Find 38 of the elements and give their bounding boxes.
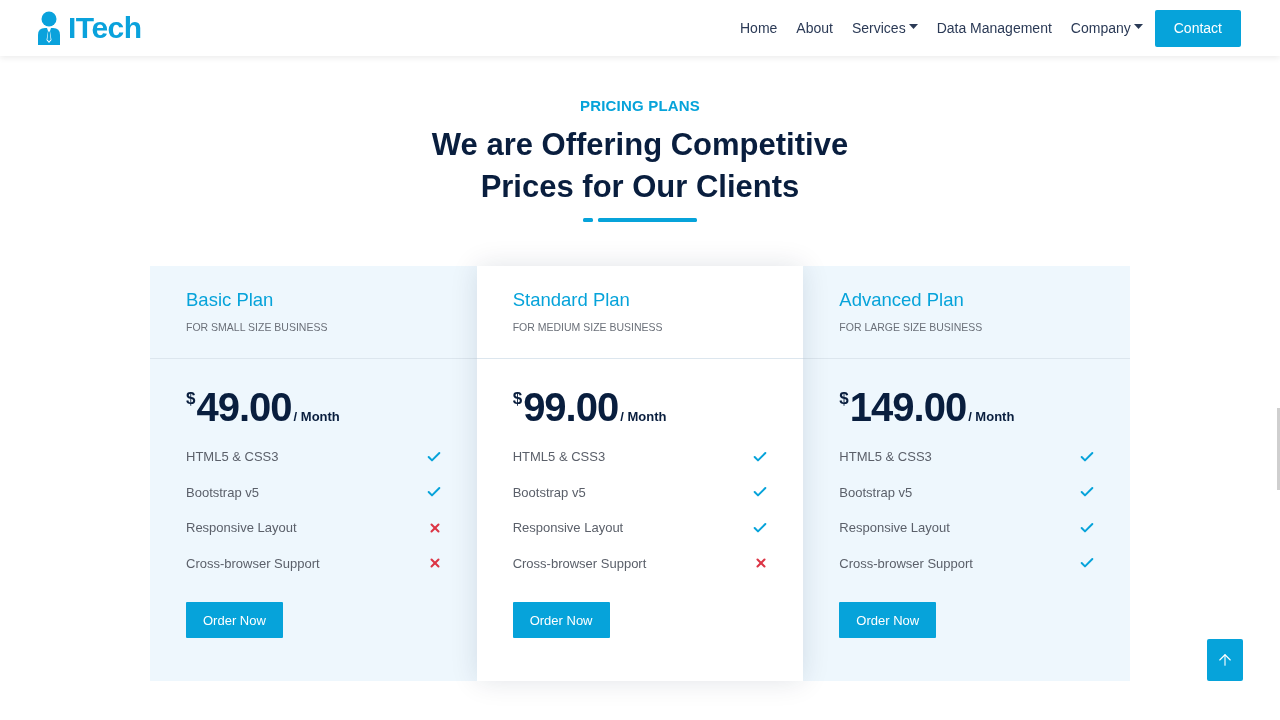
- businessman-icon: [36, 11, 62, 45]
- feature-label: Cross-browser Support: [839, 555, 973, 571]
- scrollbar-thumb[interactable]: [1277, 408, 1280, 490]
- back-to-top-button[interactable]: [1207, 639, 1243, 681]
- plan-name: Advanced Plan: [839, 288, 965, 312]
- nav-link[interactable]: Home: [740, 18, 778, 38]
- plan-name: Basic Plan: [186, 288, 275, 312]
- nav-link[interactable]: Company: [1070, 18, 1143, 38]
- billing-period: / Month: [293, 409, 340, 424]
- currency-symbol: $: [512, 389, 523, 409]
- plan-subtitle: FOR SMALL SIZE BUSINESS: [186, 320, 329, 334]
- feature-label: Cross-browser Support: [512, 555, 647, 571]
- price-amount: 99.00: [523, 384, 619, 431]
- accent-underline-icon: [583, 218, 697, 222]
- feature-label: HTML5 & CSS3: [186, 449, 279, 465]
- section-eyebrow: PRICING PLANS: [579, 96, 701, 116]
- billing-period: / Month: [968, 409, 1015, 424]
- feature-label: HTML5 & CSS3: [512, 449, 606, 465]
- plan-name: Standard Plan: [512, 288, 631, 312]
- feature-label: HTML5 & CSS3: [839, 449, 932, 465]
- currency-symbol: $: [186, 389, 196, 408]
- price-amount: 49.00: [196, 384, 292, 431]
- feature-label: Bootstrap v5: [839, 484, 913, 500]
- plan-subtitle: FOR LARGE SIZE BUSINESS: [839, 320, 984, 334]
- feature-label: Responsive Layout: [186, 520, 297, 536]
- section-title: We are Offering Competitive Prices for Our Clients: [431, 126, 849, 206]
- nav-link[interactable]: Data Management: [936, 18, 1052, 38]
- currency-symbol: $: [839, 389, 849, 409]
- feature-label: Bootstrap v5: [512, 484, 586, 500]
- feature-label: Bootstrap v5: [186, 484, 259, 500]
- price-amount: 149.00: [849, 384, 967, 431]
- feature-label: Responsive Layout: [512, 520, 624, 536]
- billing-period: / Month: [620, 409, 667, 424]
- plan-subtitle: FOR MEDIUM SIZE BUSINESS: [512, 320, 664, 334]
- nav-link[interactable]: Services: [851, 18, 918, 38]
- feature-label: Cross-browser Support: [186, 555, 320, 571]
- nav-link[interactable]: About: [796, 18, 833, 38]
- feature-label: Responsive Layout: [839, 520, 950, 536]
